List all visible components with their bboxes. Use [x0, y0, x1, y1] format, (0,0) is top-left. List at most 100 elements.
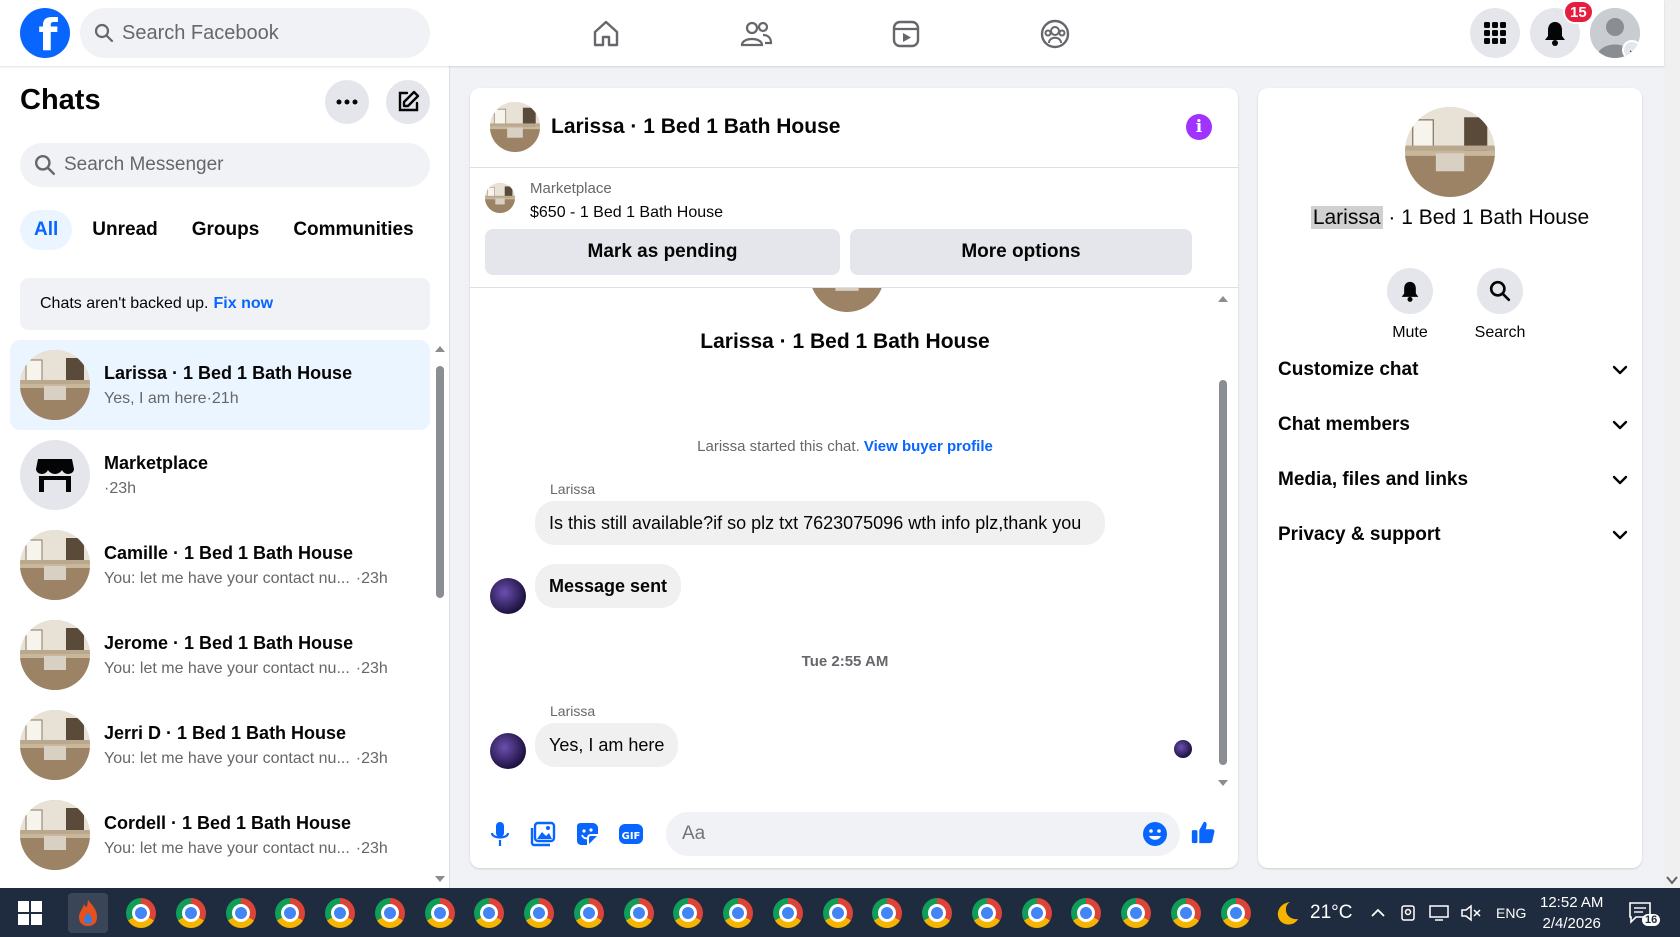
media-files-links-row[interactable]: Media, files and links	[1278, 460, 1628, 500]
facebook-search-input[interactable]: Search Facebook	[80, 8, 430, 58]
details-avatar[interactable]	[1405, 107, 1495, 197]
filter-unread[interactable]: Unread	[78, 210, 171, 250]
gif-icon[interactable]: GIF	[618, 821, 644, 847]
notification-center[interactable]: 16	[1628, 888, 1661, 937]
taskbar-chrome-window[interactable]	[1017, 893, 1057, 933]
fix-now-link[interactable]: Fix now	[214, 295, 274, 313]
chat-list-scrollbar[interactable]	[434, 344, 446, 884]
mute-bell-icon	[1387, 268, 1433, 314]
filter-communities[interactable]: Communities	[279, 210, 427, 250]
chat-name: Jerri D · 1 Bed 1 Bath House	[104, 722, 347, 743]
taskbar-chrome-window[interactable]	[569, 893, 609, 933]
taskbar-chrome-window[interactable]	[768, 893, 808, 933]
taskbar-chrome-window[interactable]	[420, 893, 460, 933]
chat-preview: You: let me have your contact nu...	[104, 749, 350, 767]
mark-as-pending-button[interactable]: Mark as pending	[485, 229, 840, 275]
chat-list-item[interactable]: Cordell · 1 Bed 1 Bath House You: let me…	[10, 790, 430, 880]
chat-list-item[interactable]: Jerri D · 1 Bed 1 Bath House You: let me…	[10, 700, 430, 790]
home-icon[interactable]	[584, 12, 628, 56]
taskbar-chrome-window[interactable]	[967, 893, 1007, 933]
meet-now-icon[interactable]	[1398, 904, 1418, 922]
taskbar-chrome-window[interactable]	[1066, 893, 1106, 933]
taskbar-chrome-window[interactable]	[221, 893, 261, 933]
page-scrollbar[interactable]	[1664, 0, 1680, 888]
friends-icon[interactable]	[734, 12, 778, 56]
message-bubble[interactable]: Is this still available?if so plz txt 76…	[535, 501, 1105, 545]
search-in-conversation-action[interactable]: Search	[1460, 268, 1540, 342]
search-placeholder: Search Facebook	[122, 21, 279, 44]
conversation-scrollbar[interactable]	[1216, 288, 1230, 788]
taskbar-chrome-window[interactable]	[370, 893, 410, 933]
customize-chat-row[interactable]: Customize chat	[1278, 350, 1628, 390]
profile-avatar[interactable]: ⌄	[1590, 8, 1640, 58]
chrome-icon	[325, 898, 355, 928]
chat-filters: All Unread Groups Communities	[20, 210, 434, 250]
conversation-info-icon[interactable]: i	[1186, 114, 1212, 140]
input-language[interactable]: ENG	[1496, 905, 1526, 921]
mute-action[interactable]: Mute	[1370, 268, 1450, 342]
scrollbar-thumb[interactable]	[1219, 380, 1227, 765]
groups-icon[interactable]	[1033, 12, 1077, 56]
taskbar-chrome-window[interactable]	[917, 893, 957, 933]
show-hidden-icons-chevron-icon[interactable]	[1370, 907, 1386, 919]
more-options-button[interactable]: More options	[850, 229, 1192, 275]
chat-members-row[interactable]: Chat members	[1278, 405, 1628, 445]
facebook-logo-icon[interactable]: f	[20, 8, 70, 58]
message-input[interactable]	[666, 812, 1180, 856]
windows-start-icon[interactable]	[18, 901, 42, 925]
taskbar-chrome-window[interactable]	[519, 893, 559, 933]
listing-title[interactable]: $650 - 1 Bed 1 Bath House	[530, 204, 723, 222]
conversation-avatar[interactable]	[490, 102, 540, 152]
taskbar-clock[interactable]: 12:52 AM 2/4/2026	[1540, 892, 1603, 934]
network-icon[interactable]	[1428, 904, 1450, 922]
sender-avatar[interactable]	[490, 733, 526, 769]
intro-avatar	[810, 288, 884, 312]
video-icon[interactable]	[884, 12, 928, 56]
taskbar-chrome-window[interactable]	[121, 893, 161, 933]
filter-groups[interactable]: Groups	[178, 210, 274, 250]
marketplace-store-icon	[36, 459, 74, 492]
privacy-support-row[interactable]: Privacy & support	[1278, 515, 1628, 555]
taskbar-chrome-window[interactable]	[270, 893, 310, 933]
emoji-icon[interactable]	[1142, 821, 1168, 847]
chat-list-item[interactable]: Larissa · 1 Bed 1 Bath House Yes, I am h…	[10, 340, 430, 430]
thumbs-up-icon[interactable]	[1190, 819, 1216, 845]
conversation-title[interactable]: Larissa · 1 Bed 1 Bath House	[551, 115, 840, 139]
microphone-icon[interactable]	[487, 821, 513, 847]
section-label: Media, files and links	[1278, 469, 1469, 490]
chat-time: ·23h	[355, 569, 388, 587]
sender-avatar[interactable]	[490, 578, 526, 614]
taskbar-chrome-window[interactable]	[1116, 893, 1156, 933]
taskbar-chrome-window[interactable]	[718, 893, 758, 933]
message-bubble[interactable]: Message sent	[535, 564, 682, 608]
chrome-icon	[872, 898, 902, 928]
taskbar-chrome-window[interactable]	[1166, 893, 1206, 933]
taskbar-chrome-window[interactable]	[867, 893, 907, 933]
view-buyer-profile-link[interactable]: View buyer profile	[864, 438, 993, 455]
chat-time: ·23h	[104, 479, 137, 497]
taskbar-chrome-window[interactable]	[668, 893, 708, 933]
taskbar-chrome-window[interactable]	[818, 893, 858, 933]
message-bubble[interactable]: Yes, I am here	[535, 723, 679, 767]
new-message-button[interactable]	[386, 80, 430, 124]
taskbar-chrome-window[interactable]	[469, 893, 509, 933]
chat-list-item[interactable]: Marketplace ·23h	[10, 430, 430, 520]
taskbar-chrome-window[interactable]	[171, 893, 211, 933]
taskbar-chrome-window[interactable]	[320, 893, 360, 933]
taskbar-chrome-window[interactable]	[619, 893, 659, 933]
scrollbar-thumb[interactable]	[436, 366, 444, 598]
weather-widget[interactable]: 21°C	[1272, 888, 1352, 937]
chrome-icon	[226, 898, 256, 928]
search-icon	[1477, 268, 1523, 314]
menu-grid-icon[interactable]	[1470, 8, 1520, 58]
taskbar-chrome-window[interactable]	[1216, 893, 1256, 933]
messenger-search-input[interactable]: Search Messenger	[20, 143, 430, 187]
chat-list-item[interactable]: Jerome · 1 Bed 1 Bath House You: let me …	[10, 610, 430, 700]
volume-muted-icon[interactable]	[1460, 903, 1482, 922]
chat-options-button[interactable]	[325, 80, 369, 124]
sticker-icon[interactable]	[574, 821, 600, 847]
taskbar-app-active[interactable]	[68, 893, 108, 933]
filter-all[interactable]: All	[20, 210, 73, 250]
chat-list-item[interactable]: Camille · 1 Bed 1 Bath House You: let me…	[10, 520, 430, 610]
photo-attach-icon[interactable]	[530, 821, 556, 847]
